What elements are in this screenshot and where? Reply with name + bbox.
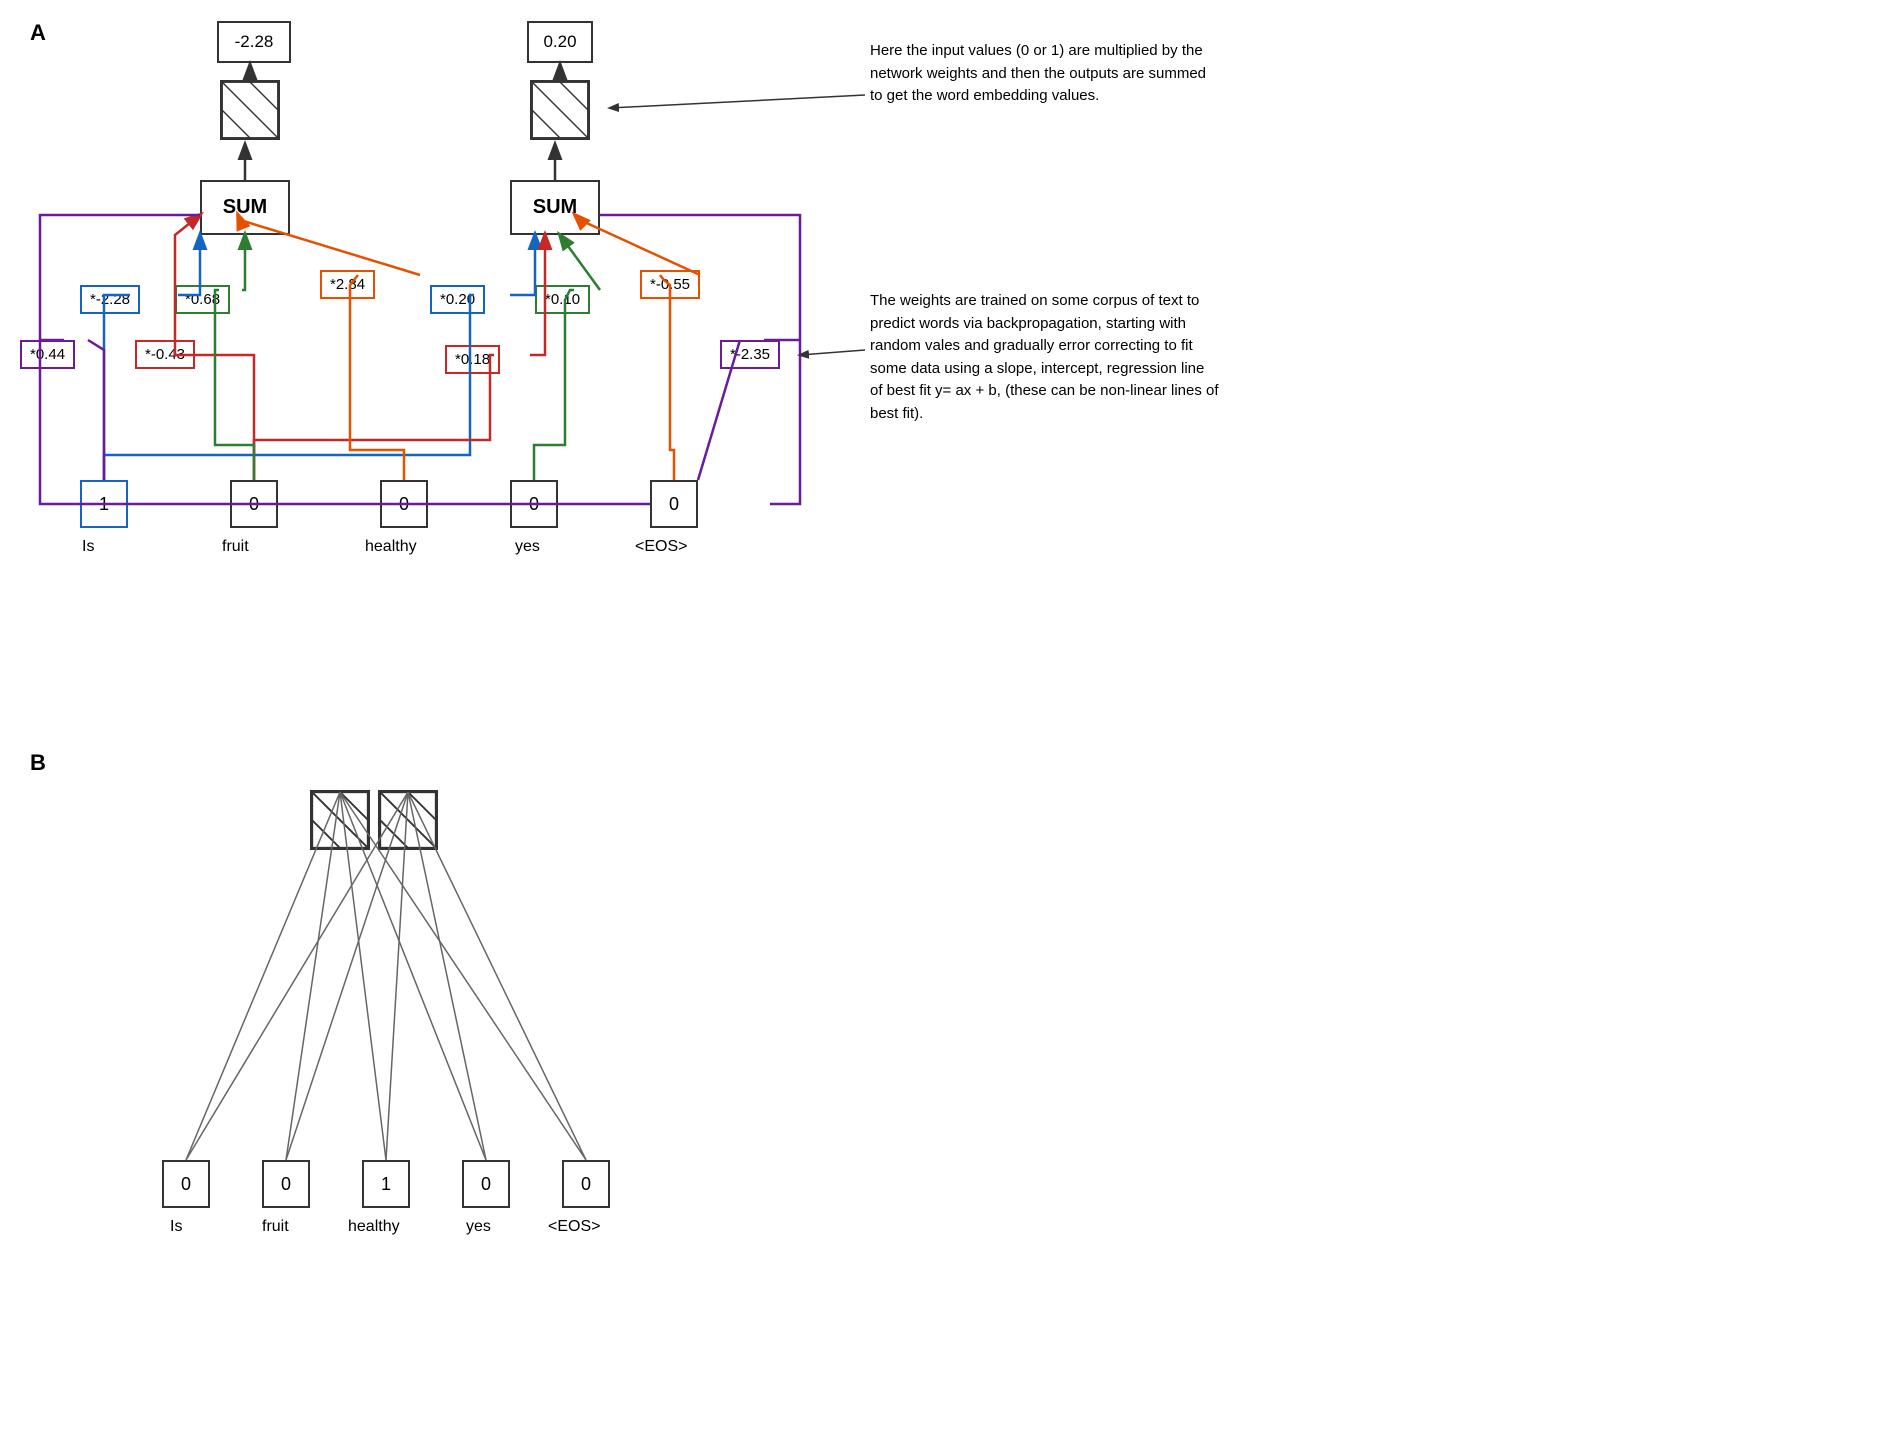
input-fruit: 0 [230,480,278,528]
output2-value: 0.20 [535,28,568,48]
weight-box-3: *0.44 [20,340,75,369]
sum-box-2: SUM [510,180,600,235]
weight-box-8: *0.18 [445,345,500,374]
embedding-box-1 [220,80,280,140]
output1-value: -2.28 [228,28,267,48]
input-yes: 0 [510,480,558,528]
sum-box-1: SUM [200,180,290,235]
b-label-eos: <EOS> [548,1218,600,1236]
b-embedding-box-2 [378,790,438,850]
label-fruit: fruit [222,538,249,556]
label-eos: <EOS> [635,538,687,556]
weight-box-10: *-2.35 [720,340,780,369]
annotation-weights: The weights are trained on some corpus o… [870,290,1220,425]
b-input-yes: 0 [462,1160,510,1208]
weight-box-4: *-0.43 [135,340,195,369]
b-input-eos: 0 [562,1160,610,1208]
b-input-healthy: 1 [362,1160,410,1208]
b-input-is: 0 [162,1160,210,1208]
section-b-label: B [30,750,46,776]
weight-box-5: *2.84 [320,270,375,299]
input-healthy: 0 [380,480,428,528]
input-eos: 0 [650,480,698,528]
b-label-yes: yes [466,1218,491,1236]
input-is: 1 [80,480,128,528]
weight-box-9: *-0.55 [640,270,700,299]
label-yes: yes [515,538,540,556]
label-is: Is [82,538,94,556]
section-a-label: A [30,20,46,46]
weight-box-7: *0.10 [535,285,590,314]
weight-box-2: *0.68 [175,285,230,314]
embedding-box-2 [530,80,590,140]
label-healthy: healthy [365,538,417,556]
b-embedding-box-1 [310,790,370,850]
b-label-healthy: healthy [348,1218,400,1236]
b-label-is: Is [170,1218,182,1236]
weight-box-1: *-2.28 [80,285,140,314]
weight-box-6: *0.20 [430,285,485,314]
annotation-embedding: Here the input values (0 or 1) are multi… [870,40,1220,108]
b-label-fruit: fruit [262,1218,289,1236]
b-input-fruit: 0 [262,1160,310,1208]
